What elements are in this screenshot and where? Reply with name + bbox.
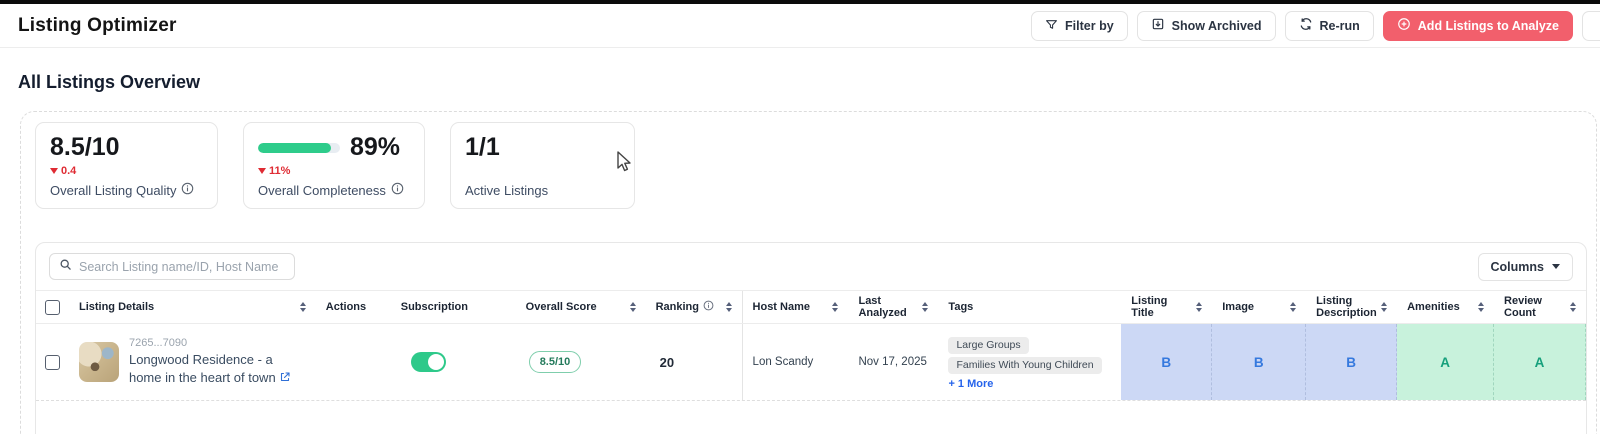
col-review-count: Review Count [1494, 291, 1586, 323]
completeness-value: 89% [350, 134, 400, 162]
sort-icon[interactable] [630, 302, 636, 312]
stat-card-active-listings: 1/1 Active Listings [450, 122, 635, 209]
col-amenities: Amenities [1397, 291, 1494, 323]
search-input[interactable] [79, 260, 285, 274]
sort-icon[interactable] [726, 302, 732, 312]
stat-cards: 8.5/10 0.4 Overall Listing Quality 89% 1… [35, 122, 635, 209]
grade-listing-description: B [1306, 324, 1397, 400]
app-header: Listing Optimizer Filter by Show Archive… [0, 4, 1600, 48]
quality-delta: 0.4 [50, 165, 203, 177]
subscription-cell [391, 324, 516, 400]
quality-label: Overall Listing Quality [50, 182, 203, 198]
stat-card-completeness: 89% 11% Overall Completeness [243, 122, 425, 209]
completeness-progress-fill [258, 143, 331, 153]
tags-cell: Large Groups Families With Young Childre… [938, 324, 1121, 400]
sort-icon[interactable] [1381, 302, 1387, 312]
sort-icon[interactable] [1478, 302, 1484, 312]
section-heading: All Listings Overview [18, 72, 200, 93]
col-image: Image [1212, 291, 1306, 323]
partial-edge-button[interactable] [1582, 11, 1600, 41]
ranking-cell: 20 [646, 324, 743, 400]
host-name-cell: Lon Scandy [743, 324, 849, 400]
external-link-icon[interactable] [279, 370, 291, 388]
col-subscription: Subscription [391, 291, 516, 323]
sort-icon[interactable] [1570, 302, 1576, 312]
page-title: Listing Optimizer [18, 15, 177, 37]
row-select-cell [36, 324, 69, 400]
grade-image: B [1212, 324, 1306, 400]
col-host-name: Host Name [743, 291, 849, 323]
chevron-down-icon [1552, 264, 1560, 269]
search-box[interactable] [49, 253, 295, 280]
grade-review-count: A [1494, 324, 1586, 400]
stat-card-listing-quality: 8.5/10 0.4 Overall Listing Quality [35, 122, 218, 209]
select-all-checkbox[interactable] [45, 300, 60, 315]
active-listings-label: Active Listings [465, 183, 620, 198]
score-badge: 8.5/10 [529, 351, 582, 373]
grade-amenities: A [1397, 324, 1494, 400]
table-row: 7265...7090 Longwood Residence - a home … [36, 324, 1586, 401]
row-checkbox[interactable] [45, 355, 60, 370]
rerun-button[interactable]: Re-run [1285, 11, 1374, 41]
tag-pill: Families With Young Children [948, 357, 1101, 374]
down-arrow-icon [50, 168, 58, 174]
col-tags: Tags [938, 291, 1121, 323]
completeness-delta: 11% [258, 165, 410, 177]
more-tags-link[interactable]: + 1 More [948, 378, 993, 390]
sort-icon[interactable] [832, 302, 838, 312]
col-listing-description: Listing Description [1306, 291, 1397, 323]
search-icon [59, 258, 72, 276]
completeness-label: Overall Completeness [258, 182, 410, 198]
listing-thumbnail[interactable] [79, 342, 119, 382]
show-archived-button[interactable]: Show Archived [1137, 11, 1276, 41]
col-last-analyzed: Last Analyzed [848, 291, 938, 323]
info-icon[interactable] [181, 182, 194, 198]
col-listing-title: Listing Title [1121, 291, 1212, 323]
sort-icon[interactable] [1290, 302, 1296, 312]
filter-by-button[interactable]: Filter by [1031, 11, 1128, 41]
select-all-cell [36, 291, 69, 323]
listing-id: 7265...7090 [129, 337, 306, 349]
last-analyzed-cell: Nov 17, 2025 [848, 324, 938, 400]
refresh-icon [1299, 17, 1313, 34]
subscription-toggle[interactable] [411, 352, 446, 372]
grade-listing-title: B [1121, 324, 1212, 400]
add-listings-button[interactable]: Add Listings to Analyze [1383, 11, 1573, 41]
tag-pill: Large Groups [948, 337, 1028, 354]
active-listings-value: 1/1 [465, 134, 620, 162]
col-ranking: Ranking [646, 291, 743, 323]
info-icon[interactable] [703, 300, 714, 314]
overall-score-cell: 8.5/10 [516, 324, 646, 400]
plus-circle-icon [1397, 17, 1411, 34]
funnel-icon [1045, 18, 1058, 34]
col-listing-details: Listing Details [69, 291, 316, 323]
sort-icon[interactable] [922, 302, 928, 312]
quality-value: 8.5/10 [50, 134, 203, 162]
table-header-row: Listing Details Actions Subscription Ove… [36, 290, 1586, 324]
columns-button[interactable]: Columns [1478, 253, 1573, 281]
archive-icon [1151, 17, 1165, 34]
listings-table-card: Columns Listing Details Actions Subscrip… [35, 242, 1587, 434]
table-toolbar: Columns [36, 243, 1586, 290]
actions-cell [316, 324, 391, 400]
top-black-bar [0, 0, 1600, 4]
completeness-progress-track [258, 143, 340, 153]
header-actions: Filter by Show Archived Re-run Add Listi… [1031, 11, 1600, 41]
listing-details-cell: 7265...7090 Longwood Residence - a home … [69, 324, 316, 400]
sort-icon[interactable] [1196, 302, 1202, 312]
col-overall-score: Overall Score [516, 291, 646, 323]
completeness-row: 89% [258, 134, 410, 162]
down-arrow-icon [258, 168, 266, 174]
mouse-cursor [617, 151, 632, 178]
col-actions: Actions [316, 291, 391, 323]
sort-icon[interactable] [300, 302, 306, 312]
info-icon[interactable] [391, 182, 404, 198]
listing-title-link[interactable]: Longwood Residence - a home in the heart… [129, 351, 306, 387]
